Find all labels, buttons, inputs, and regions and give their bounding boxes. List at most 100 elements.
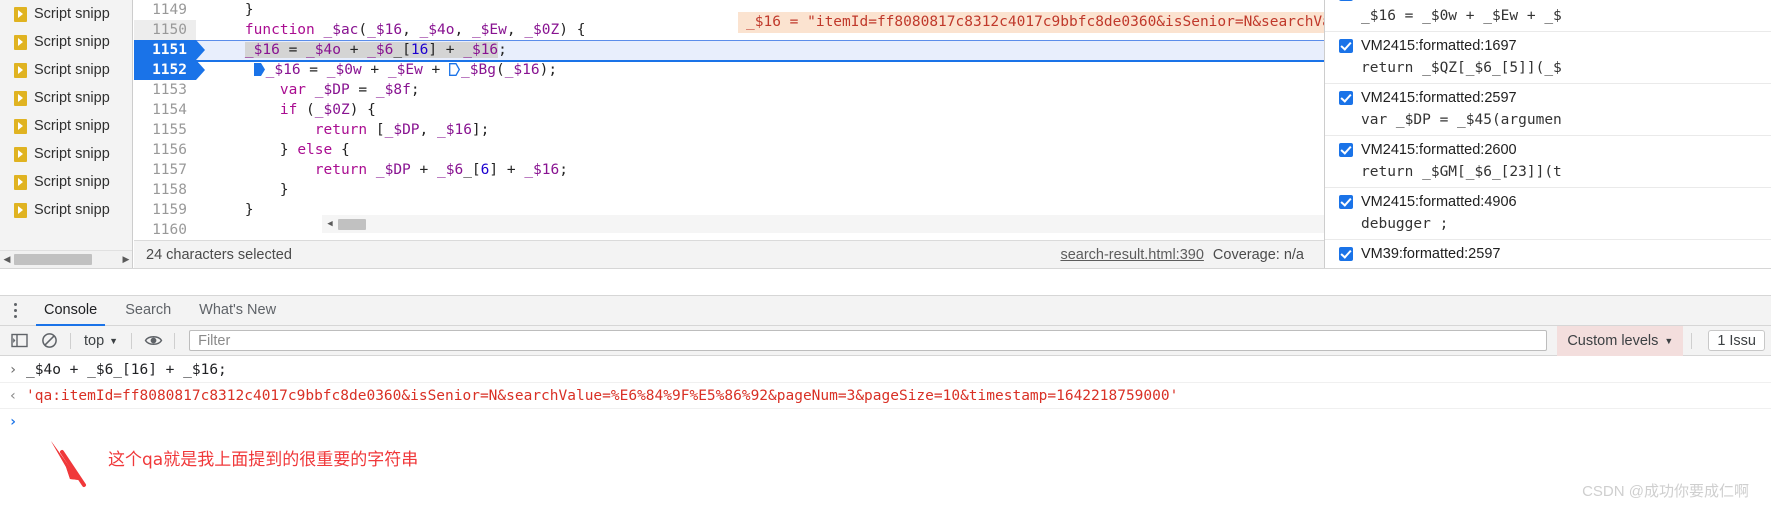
code-text: } else {	[210, 142, 350, 158]
list-item[interactable]: Script snipp	[0, 84, 132, 112]
line-number: 1160	[134, 220, 196, 240]
script-snippet-icon	[14, 202, 27, 218]
script-snippet-icon	[14, 90, 27, 106]
scroll-right-arrow-icon[interactable]: ▶	[119, 254, 132, 265]
breakpoint-title: VM2415:formatted:2600	[1361, 142, 1517, 158]
line-number: 1154	[134, 100, 196, 120]
breakpoint-marker-icon[interactable]	[253, 63, 265, 76]
conditional-breakpoint-icon[interactable]	[449, 63, 461, 76]
snippets-horizontal-scrollbar[interactable]: ◀ ▶	[0, 250, 132, 268]
clear-console-icon[interactable]	[36, 328, 62, 354]
snippet-label: Script snipp	[34, 6, 110, 22]
list-item[interactable]: Script snipp	[0, 140, 132, 168]
more-options-icon[interactable]	[0, 295, 30, 326]
list-item[interactable]: VM2415:formatted:1697 return _$QZ[_$6_[5…	[1325, 32, 1771, 84]
code-text: }	[210, 182, 289, 198]
execution-context-value: top	[84, 332, 105, 349]
code-line[interactable]: 1154 if (_$0Z) {	[134, 100, 1324, 120]
code-text: function _$ac(_$16, _$4o, _$Ew, _$0Z) {	[210, 22, 586, 38]
breakpoint-checkbox[interactable]	[1339, 0, 1353, 1]
filter-placeholder: Filter	[198, 332, 231, 349]
code-line-current[interactable]: 1151 _$16 = _$4o + _$6_[16] + _$16;	[134, 40, 1324, 60]
list-item[interactable]: Script snipp	[0, 168, 132, 196]
list-item[interactable]: VM2415:formatted:4906 debugger ;	[1325, 188, 1771, 240]
breakpoint-checkbox[interactable]	[1339, 39, 1353, 53]
list-item[interactable]: Script snipp	[0, 56, 132, 84]
breakpoint-title: VM2415:formatted:4906	[1361, 194, 1517, 210]
editor-status-bar: 24 characters selected search-result.htm…	[134, 240, 1324, 268]
scrollbar-thumb[interactable]	[14, 254, 92, 265]
snippet-label: Script snipp	[34, 118, 110, 134]
console-sidebar-icon[interactable]	[6, 328, 32, 354]
console-drawer: Console Search What's New top ▼ Filter C…	[0, 269, 1771, 515]
snippet-label: Script snipp	[34, 146, 110, 162]
console-messages[interactable]: › _$4o + _$6_[16] + _$16; ‹ 'qa:itemId=f…	[0, 357, 1771, 515]
list-item[interactable]: VM39:formatted:2597	[1325, 240, 1771, 270]
console-filter-input[interactable]: Filter	[189, 330, 1548, 351]
snippets-pane[interactable]: Script snipp Script snipp Script snipp S…	[0, 0, 133, 268]
script-snippet-icon	[14, 62, 27, 78]
breakpoint-title: VM2415:formatted:1697	[1361, 38, 1517, 54]
console-message-input[interactable]: › _$4o + _$6_[16] + _$16;	[0, 357, 1771, 383]
breakpoint-checkbox[interactable]	[1339, 247, 1353, 261]
console-message-output[interactable]: ‹ 'qa:itemId=ff8080817c8312c4017c9bbfc8d…	[0, 383, 1771, 409]
editor-horizontal-scrollbar[interactable]: ◀ ▶	[322, 215, 1324, 233]
breakpoint-checkbox[interactable]	[1339, 91, 1353, 105]
breakpoint-checkbox[interactable]	[1339, 195, 1353, 209]
code-line[interactable]: 1155 return [_$DP, _$16];	[134, 120, 1324, 140]
code-text: _$16 = _$4o + _$6_[16] + _$16;	[244, 42, 507, 58]
tab-console[interactable]: Console	[30, 295, 111, 326]
list-item[interactable]: VM2415:formatted:2597 var _$DP = _$45(ar…	[1325, 84, 1771, 136]
execution-context-select[interactable]: top ▼	[79, 333, 123, 349]
line-number: 1156	[134, 140, 196, 160]
tab-search[interactable]: Search	[111, 295, 185, 326]
console-prompt[interactable]: ›	[0, 409, 1771, 437]
devtools-window: Script snipp Script snipp Script snipp S…	[0, 0, 1771, 515]
breakpoints-sidebar[interactable]: VM2415:formatted:1452 _$16 = _$0w + _$Ew…	[1324, 0, 1771, 288]
scroll-left-arrow-icon[interactable]: ◀	[322, 219, 338, 229]
code-text: return _$DP + _$6_[6] + _$16;	[210, 162, 568, 178]
code-line[interactable]: 1156 } else {	[134, 140, 1324, 160]
code-text: _$16 = _$0w + _$Ew + _$Bg(_$16);	[196, 60, 557, 80]
breakpoint-title: VM39:formatted:2597	[1361, 246, 1501, 262]
drawer-tabbar: Console Search What's New	[0, 295, 1771, 326]
code-text: }	[210, 202, 254, 218]
scroll-left-arrow-icon[interactable]: ◀	[0, 254, 14, 265]
list-item[interactable]: Script snipp	[0, 28, 132, 56]
script-snippet-icon	[14, 6, 27, 22]
code-line[interactable]: 1153 var _$DP = _$8f;	[134, 80, 1324, 100]
code-editor[interactable]: 1149 } 1150 function _$ac(_$16, _$4o, _$…	[134, 0, 1324, 240]
breakpoint-code: return _$QZ[_$6_[5]](_$	[1361, 60, 1562, 76]
list-item[interactable]: VM2415:formatted:1452 _$16 = _$0w + _$Ew…	[1325, 0, 1771, 32]
code-line-breakpoint[interactable]: 1152 _$16 = _$0w + _$Ew + _$Bg(_$16);	[134, 60, 1324, 80]
list-item[interactable]: VM2415:formatted:2600 return _$GM[_$6_[2…	[1325, 136, 1771, 188]
script-snippet-icon	[14, 174, 27, 190]
snippet-label: Script snipp	[34, 202, 110, 218]
log-levels-select[interactable]: Custom levels ▼	[1557, 325, 1684, 356]
list-item[interactable]: Script snipp	[0, 112, 132, 140]
source-location-link[interactable]: search-result.html:390	[1060, 247, 1203, 263]
scrollbar-thumb[interactable]	[338, 218, 366, 230]
sources-panel: Script snipp Script snipp Script snipp S…	[0, 0, 1771, 295]
code-text: if (_$0Z) {	[210, 102, 376, 118]
line-number: 1149	[134, 0, 196, 20]
live-expression-eye-icon[interactable]	[140, 328, 166, 354]
csdn-watermark: CSDN @成功你要成仁啊	[1582, 483, 1749, 500]
toolbar-divider	[70, 332, 71, 349]
list-item[interactable]: Script snipp	[0, 0, 132, 28]
code-line[interactable]: 1157 return _$DP + _$6_[6] + _$16;	[134, 160, 1324, 180]
breakpoint-checkbox[interactable]	[1339, 143, 1353, 157]
code-line[interactable]: 1158 }	[134, 180, 1324, 200]
issues-label: 1 Issu	[1717, 332, 1756, 349]
tab-whats-new[interactable]: What's New	[185, 295, 290, 326]
snippet-label: Script snipp	[34, 174, 110, 190]
issues-button[interactable]: 1 Issu	[1708, 330, 1765, 351]
breakpoint-title: VM2415:formatted:1452	[1361, 0, 1517, 2]
selection-status: 24 characters selected	[146, 246, 292, 263]
toolbar-divider	[1691, 332, 1693, 349]
code-text: var _$DP = _$8f;	[210, 82, 420, 98]
line-number: 1158	[134, 180, 196, 200]
console-input-text: _$4o + _$6_[16] + _$16;	[26, 362, 227, 378]
list-item[interactable]: Script snipp	[0, 196, 132, 224]
